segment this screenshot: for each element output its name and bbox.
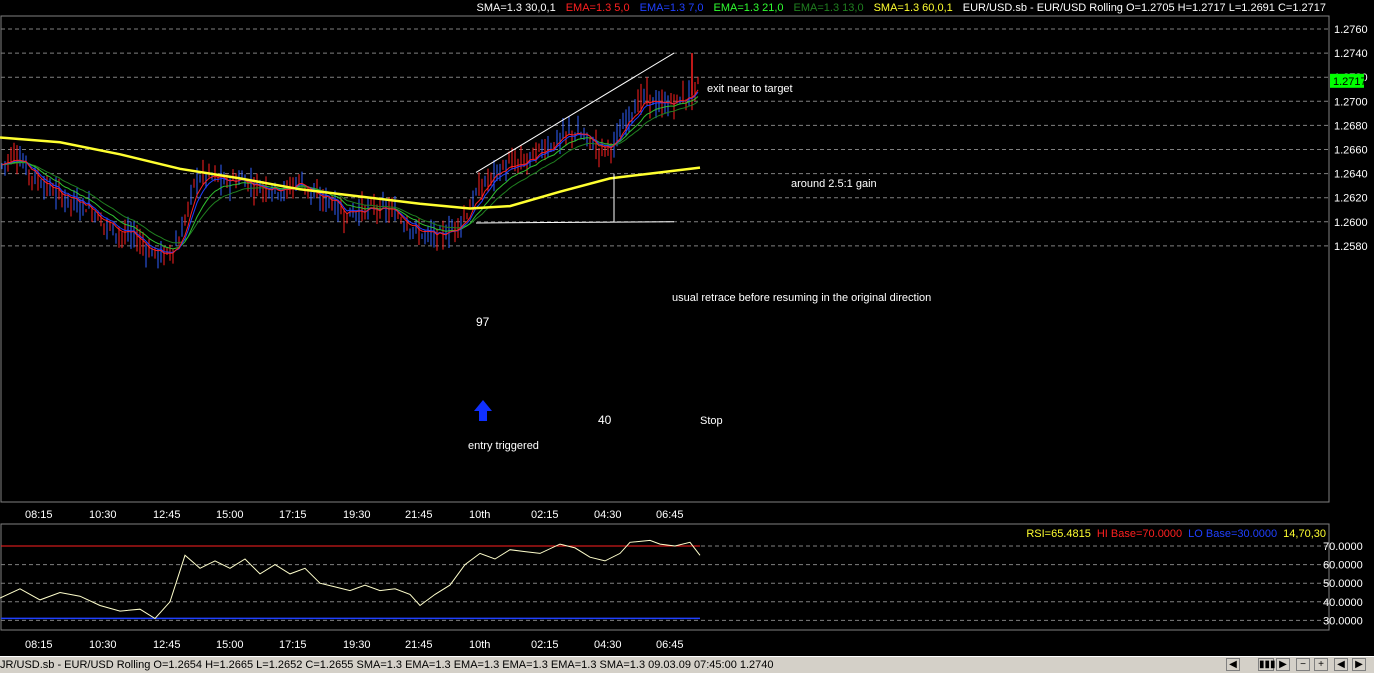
annotation-stop: Stop (700, 415, 723, 427)
time-tick-label: 02:15 (531, 509, 559, 521)
time-tick-label: 10:30 (89, 509, 117, 521)
rsi-indicator-label: 14,70,30 (1283, 528, 1326, 540)
time-tick-label: 12:45 (153, 509, 181, 521)
zoom-in-button[interactable]: + (1314, 658, 1328, 671)
scroll-right-button[interactable]: ▶ (1276, 658, 1290, 671)
annotation-gain: around 2.5:1 gain (791, 178, 877, 190)
rsi-indicator-label: RSI=65.4815 (1026, 528, 1091, 540)
page-left-button[interactable]: ◀ (1334, 658, 1348, 671)
price-tick-label: 1.2680 (1334, 120, 1368, 132)
indicator-label: EUR/USD.sb - EUR/USD Rolling O=1.2705 H=… (963, 2, 1326, 14)
annotation-entry: entry triggered (468, 440, 539, 452)
time-tick-label: 19:30 (343, 509, 371, 521)
pause-button[interactable]: ▮▮▮ (1258, 658, 1276, 671)
time-tick-label: 17:15 (279, 639, 307, 651)
time-tick-label: 21:45 (405, 639, 433, 651)
time-tick-label: 06:45 (656, 639, 684, 651)
price-panel[interactable] (0, 15, 1330, 503)
time-tick-label: 10th (469, 639, 490, 651)
rsi-tick-label: 30.0000 (1323, 615, 1363, 627)
price-tick-label: 1.2640 (1334, 169, 1368, 181)
rsi-tick-label: 70.0000 (1323, 541, 1363, 553)
rsi-tick-label: 60.0000 (1323, 560, 1363, 572)
chart-canvas[interactable]: 1.27601.27401.27201.27001.26801.26601.26… (0, 0, 1374, 656)
rsi-indicator-label: LO Base=30.0000 (1188, 528, 1277, 540)
indicator-label: SMA=1.3 60,0,1 (874, 2, 953, 14)
time-tick-label: 04:30 (594, 639, 622, 651)
scroll-left-button[interactable]: ◀ (1226, 658, 1240, 671)
rsi-indicator-label: HI Base=70.0000 (1097, 528, 1182, 540)
indicator-label: SMA=1.3 30,0,1 (477, 2, 556, 14)
time-axis-main: 08:15 10:30 12:45 15:00 17:15 19:30 21:45 10th 0… (25, 509, 684, 521)
status-text: JR/USD.sb - EUR/USD Rolling O=1.2654 H=1… (0, 659, 774, 671)
price-tick-label: 1.2740 (1334, 48, 1368, 60)
time-tick-label: 12:45 (153, 639, 181, 651)
price-tick-label: 1.2760 (1334, 24, 1368, 36)
time-tick-label: 15:00 (216, 639, 244, 651)
price-tick-label: 1.2660 (1334, 145, 1368, 157)
status-bar: JR/USD.sb - EUR/USD Rolling O=1.2654 H=1… (0, 656, 1374, 673)
time-tick-label: 10th (469, 509, 490, 521)
indicator-header: EUR/USD.sb - EUR/USD Rolling O=1.2705 H=… (477, 2, 1327, 14)
rsi-tick-label: 40.0000 (1323, 597, 1363, 609)
time-tick-label: 21:45 (405, 509, 433, 521)
indicator-label: EMA=1.3 7,0 (640, 2, 704, 14)
indicator-label: EMA=1.3 5,0 (566, 2, 630, 14)
page-right-button[interactable]: ▶ (1352, 658, 1366, 671)
current-price-label: 1.2717 (1333, 76, 1367, 88)
zoom-out-button[interactable]: − (1296, 658, 1310, 671)
annotation-retrace: usual retrace before resuming in the ori… (672, 292, 931, 304)
annotation-pips-97: 97 (476, 315, 490, 329)
time-tick-label: 17:15 (279, 509, 307, 521)
time-axis-rsi: 08:15 10:30 12:45 15:00 17:15 19:30 21:45 10th 0… (25, 639, 684, 651)
indicator-label: EMA=1.3 13,0 (794, 2, 864, 14)
time-tick-label: 02:15 (531, 639, 559, 651)
time-tick-label: 04:30 (594, 509, 622, 521)
price-tick-label: 1.2620 (1334, 193, 1368, 205)
time-tick-label: 06:45 (656, 509, 684, 521)
rsi-tick-label: 50.0000 (1323, 578, 1363, 590)
indicator-label: EMA=1.3 21,0 (714, 2, 784, 14)
time-tick-label: 15:00 (216, 509, 244, 521)
annotation-pips-40: 40 (598, 413, 612, 427)
time-tick-label: 19:30 (343, 639, 371, 651)
annotation-exit: exit near to target (707, 83, 793, 95)
time-tick-label: 08:15 (25, 639, 53, 651)
price-tick-label: 1.2580 (1334, 241, 1368, 253)
price-axis: 1.27601.27401.27201.27001.26801.26601.26… (1330, 24, 1368, 253)
price-tick-label: 1.2600 (1334, 217, 1368, 229)
time-tick-label: 10:30 (89, 639, 117, 651)
price-tick-label: 1.2700 (1334, 96, 1368, 108)
time-tick-label: 08:15 (25, 509, 53, 521)
